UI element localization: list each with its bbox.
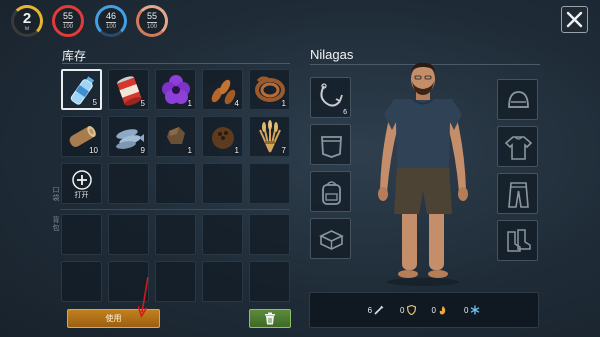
inventory-slot-wheat[interactable]: 7 xyxy=(249,116,290,157)
backpack-slot-empty[interactable] xyxy=(202,214,243,255)
inventory-slot-stone[interactable]: 1 xyxy=(155,116,196,157)
pocket-icon xyxy=(321,136,342,158)
stat-value: 0 xyxy=(463,305,469,315)
backpack-slot-empty[interactable] xyxy=(249,214,290,255)
inventory-slot-rope[interactable]: 1 xyxy=(249,69,290,110)
level-label: lvl xyxy=(24,25,30,32)
backpack-slot-empty[interactable] xyxy=(249,261,290,302)
item-count: 7 xyxy=(281,146,286,155)
item-count: 1 xyxy=(234,146,239,155)
item-count: 4 xyxy=(234,99,239,108)
food-gauge: 55 100 xyxy=(136,5,168,37)
trash-icon xyxy=(265,312,275,325)
hat-icon xyxy=(508,91,529,108)
heat-icon xyxy=(439,306,446,315)
water-value: 46 xyxy=(105,11,116,21)
stat-attack: 6 xyxy=(368,305,384,315)
equip-slot-head[interactable] xyxy=(497,79,538,120)
stat-value: 0 xyxy=(431,305,436,315)
inventory-slot-empty[interactable] xyxy=(202,163,243,204)
level-value: 2 xyxy=(22,9,32,27)
close-icon xyxy=(566,11,583,28)
armor-icon xyxy=(406,305,416,315)
level-gauge: 2 lvl xyxy=(11,5,43,37)
water-max: 100 xyxy=(105,22,116,30)
pocket-label: 口袋 xyxy=(52,186,59,202)
stat-heat: 0 xyxy=(432,305,448,315)
pocket-backpack-divider xyxy=(60,209,290,210)
stat-value: 0 xyxy=(400,305,405,315)
character-avatar xyxy=(378,62,468,286)
pants-icon xyxy=(508,182,529,208)
health-value: 55 xyxy=(62,11,73,21)
equip-slot-torso[interactable] xyxy=(497,126,538,167)
box-icon xyxy=(319,230,344,250)
cold-icon xyxy=(471,305,480,315)
open-slot-button[interactable]: 打开 xyxy=(61,163,102,204)
inventory-slot-canned-food[interactable]: 5 xyxy=(108,69,149,110)
close-button[interactable] xyxy=(561,6,588,33)
backpack-label: 背包 xyxy=(52,216,59,232)
shirt-icon xyxy=(504,136,533,160)
item-count: 1 xyxy=(187,99,192,108)
open-label: 打开 xyxy=(74,192,89,199)
inventory-slot-empty[interactable] xyxy=(249,163,290,204)
character-stats-bar: 6 0 0 0 xyxy=(309,292,539,328)
food-value: 55 xyxy=(146,11,157,21)
water-gauge: 46 100 xyxy=(95,5,127,37)
item-count: 6 xyxy=(343,109,347,116)
equip-slot-backpack[interactable] xyxy=(310,171,351,212)
attack-icon xyxy=(374,305,384,315)
backpack-icon xyxy=(322,181,341,205)
backpack-slot-empty[interactable] xyxy=(155,261,196,302)
inventory-title: 库存 xyxy=(62,49,87,63)
backpack-slot-empty[interactable] xyxy=(108,214,149,255)
inventory-slot-coconut[interactable]: 1 xyxy=(202,116,243,157)
inventory-slot-fish[interactable]: 9 xyxy=(108,116,149,157)
equip-slot-feet[interactable] xyxy=(497,220,538,261)
backpack-slot-empty[interactable] xyxy=(61,261,102,302)
inventory-header-divider xyxy=(62,63,290,64)
boots-icon xyxy=(507,229,531,252)
health-max: 100 xyxy=(62,22,73,30)
item-count: 10 xyxy=(89,146,98,155)
inventory-slot-wood-log[interactable]: 10 xyxy=(61,116,102,157)
backpack-slot-empty[interactable] xyxy=(61,214,102,255)
annotation-arrow-icon xyxy=(138,276,149,318)
stat-value: 6 xyxy=(367,305,373,315)
inventory-slot-empty[interactable] xyxy=(108,163,149,204)
health-gauge: 55 100 xyxy=(52,5,84,37)
stat-armor: 0 xyxy=(400,305,416,315)
item-count: 9 xyxy=(140,146,145,155)
backpack-slot-empty[interactable] xyxy=(202,261,243,302)
item-count: 1 xyxy=(187,146,192,155)
equip-slot-tool[interactable]: 6 xyxy=(310,77,351,118)
item-count: 5 xyxy=(92,98,97,107)
equip-slot-container[interactable] xyxy=(310,218,351,259)
food-max: 100 xyxy=(146,22,157,30)
inventory-slot-purple-flower[interactable]: 1 xyxy=(155,69,196,110)
inventory-slot-seeds[interactable]: 4 xyxy=(202,69,243,110)
discard-button[interactable] xyxy=(249,309,291,328)
stat-cold: 0 xyxy=(464,305,480,315)
item-count: 5 xyxy=(140,99,145,108)
inventory-slot-water-bottle[interactable]: 5 xyxy=(61,69,102,110)
backpack-slot-empty[interactable] xyxy=(155,214,196,255)
equip-slot-legs[interactable] xyxy=(497,173,538,214)
item-count: 1 xyxy=(281,99,286,108)
inventory-slot-empty[interactable] xyxy=(155,163,196,204)
character-name: Nilagas xyxy=(310,47,354,62)
equip-slot-pocket[interactable] xyxy=(310,124,351,165)
